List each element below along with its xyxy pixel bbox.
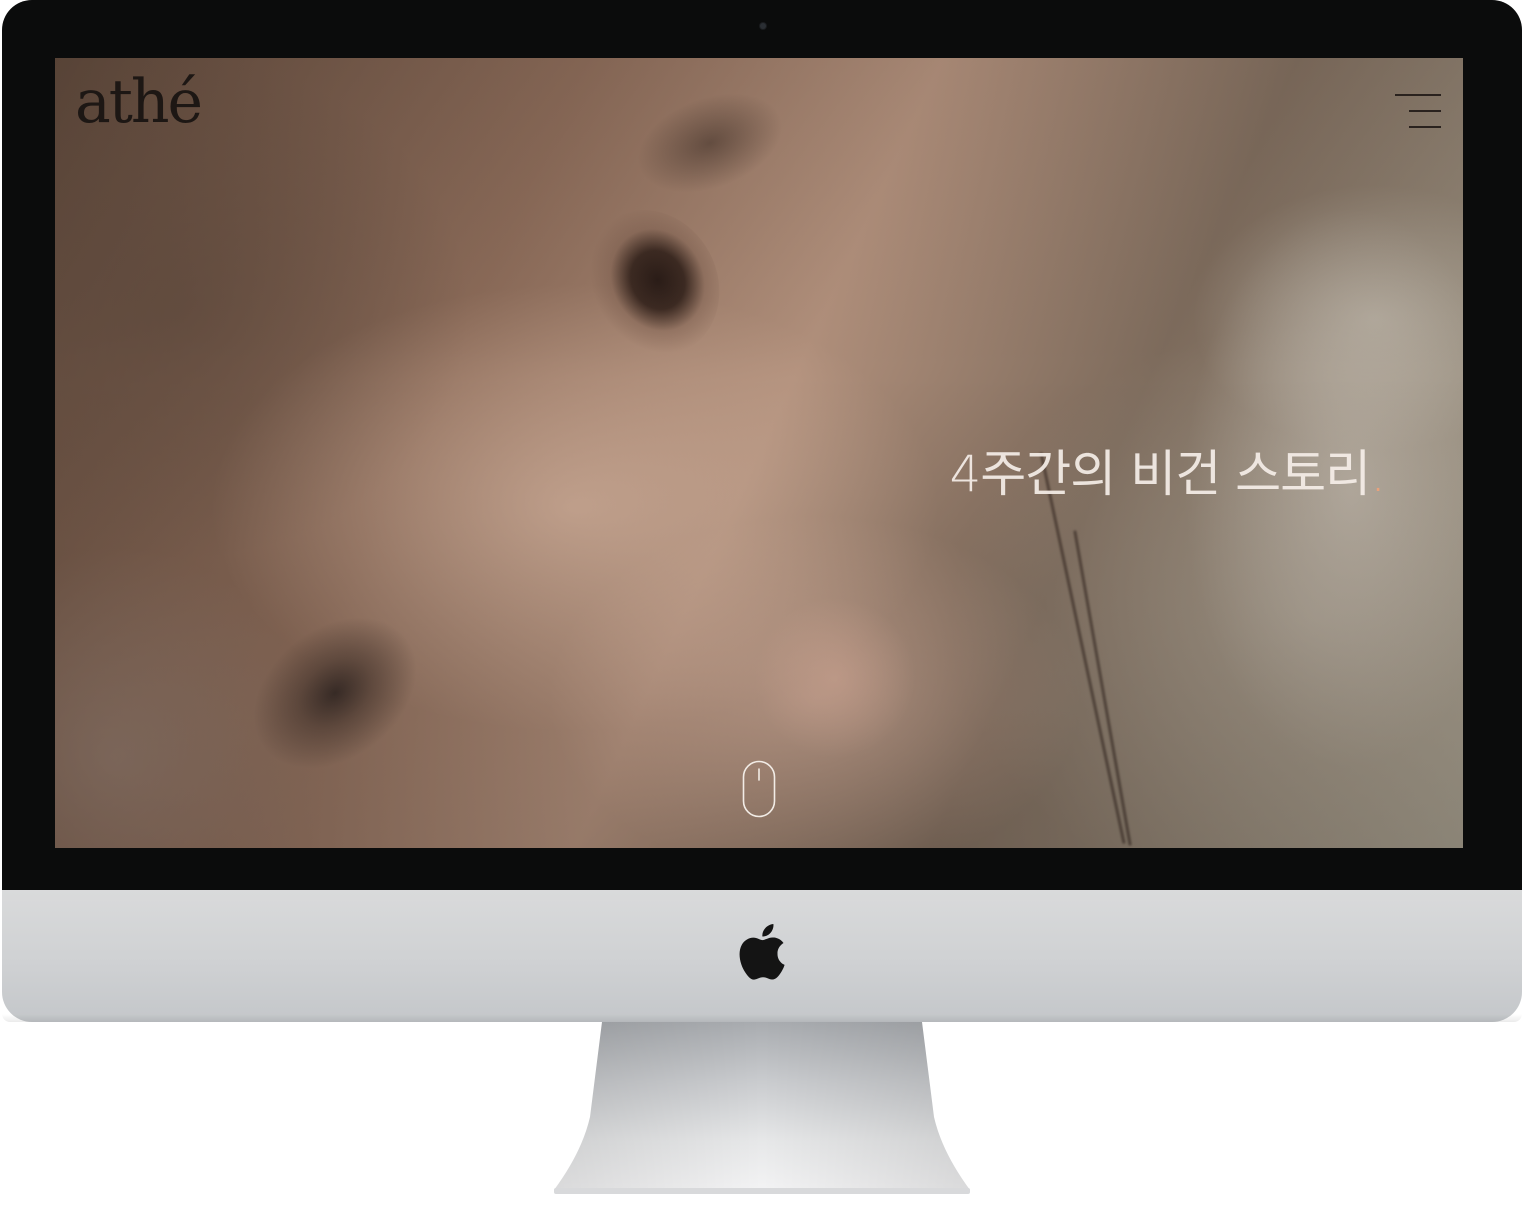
hamburger-menu-icon[interactable] [1395, 92, 1441, 132]
mouse-scroll-icon[interactable] [742, 760, 776, 818]
website-screen: athé 4주간의 비건 스토리. [55, 58, 1463, 848]
apple-logo-icon [739, 924, 785, 980]
hero-tagline-dot: . [1370, 445, 1386, 503]
camera-icon [760, 23, 766, 29]
menu-line-top [1395, 94, 1441, 96]
hero-tagline-text: 4주간의 비건 스토리 [949, 445, 1371, 503]
site-logo[interactable]: athé [75, 72, 203, 132]
menu-line-middle [1409, 110, 1441, 112]
stage: athé 4주간의 비건 스토리. [0, 0, 1525, 1212]
monitor-stand [554, 1022, 970, 1194]
menu-line-bottom [1409, 126, 1441, 128]
imac-monitor: athé 4주간의 비건 스토리. [2, 0, 1522, 1022]
hero-tagline: 4주간의 비건 스토리. [949, 434, 1386, 506]
